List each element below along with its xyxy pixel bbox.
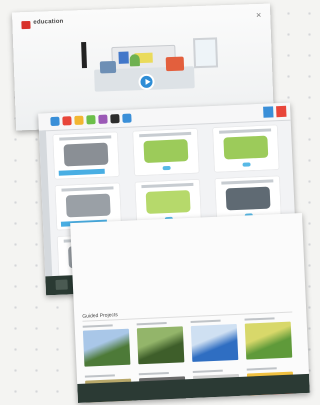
forest-road-photo[interactable] bbox=[136, 326, 185, 365]
bridge-photo[interactable] bbox=[82, 328, 131, 367]
brand-label: education bbox=[33, 18, 64, 26]
classroom-scene-illustration bbox=[69, 31, 221, 94]
toolbar-button[interactable] bbox=[50, 116, 60, 127]
help-button[interactable] bbox=[263, 106, 274, 118]
photo-caption bbox=[82, 324, 113, 328]
toolbar-button[interactable] bbox=[98, 114, 108, 124]
wheel-buggy-image bbox=[225, 186, 271, 211]
photo-caption bbox=[244, 317, 275, 321]
grey-machine-image bbox=[65, 193, 111, 218]
toolbar-button[interactable] bbox=[62, 116, 72, 126]
card-header-bar bbox=[61, 186, 114, 192]
card-header-bar bbox=[59, 135, 112, 141]
model-card[interactable] bbox=[133, 128, 199, 176]
toolbar-button[interactable] bbox=[122, 113, 132, 123]
green-car-image bbox=[143, 139, 189, 163]
projects-screenshot: Guided Projects bbox=[70, 213, 310, 403]
robot-model[interactable] bbox=[99, 60, 117, 74]
robot-arm-image bbox=[63, 142, 109, 167]
card-header-bar bbox=[221, 179, 274, 185]
speaker-tower bbox=[81, 41, 87, 69]
green-car-image bbox=[223, 135, 269, 160]
sky-tower-photo[interactable] bbox=[190, 323, 239, 362]
photo-caption bbox=[138, 371, 169, 376]
lego-logo-icon bbox=[21, 20, 31, 30]
robot-model[interactable] bbox=[165, 56, 185, 72]
plant bbox=[129, 54, 140, 67]
window bbox=[193, 37, 219, 69]
green-crane-image bbox=[145, 190, 191, 214]
photo-caption bbox=[192, 369, 223, 373]
photo-caption bbox=[136, 322, 167, 326]
bottom-toolbar-button[interactable] bbox=[55, 279, 68, 290]
toolbar-button[interactable] bbox=[86, 115, 96, 125]
model-card[interactable] bbox=[53, 132, 119, 179]
card-header-bar bbox=[141, 182, 194, 189]
info-badge bbox=[242, 162, 251, 167]
card-header-bar bbox=[219, 128, 272, 134]
card-header-bar bbox=[139, 131, 192, 138]
frog-photo[interactable] bbox=[244, 321, 293, 360]
model-card[interactable] bbox=[212, 125, 279, 172]
photo-caption bbox=[190, 319, 221, 323]
close-button[interactable] bbox=[276, 105, 287, 118]
toolbar-button[interactable] bbox=[74, 115, 84, 125]
photo-caption bbox=[246, 367, 277, 371]
info-badge bbox=[162, 165, 171, 171]
close-icon[interactable]: × bbox=[256, 10, 262, 20]
selected-indicator bbox=[58, 168, 105, 176]
photo-caption bbox=[84, 374, 115, 378]
toolbar-button[interactable] bbox=[110, 114, 120, 124]
